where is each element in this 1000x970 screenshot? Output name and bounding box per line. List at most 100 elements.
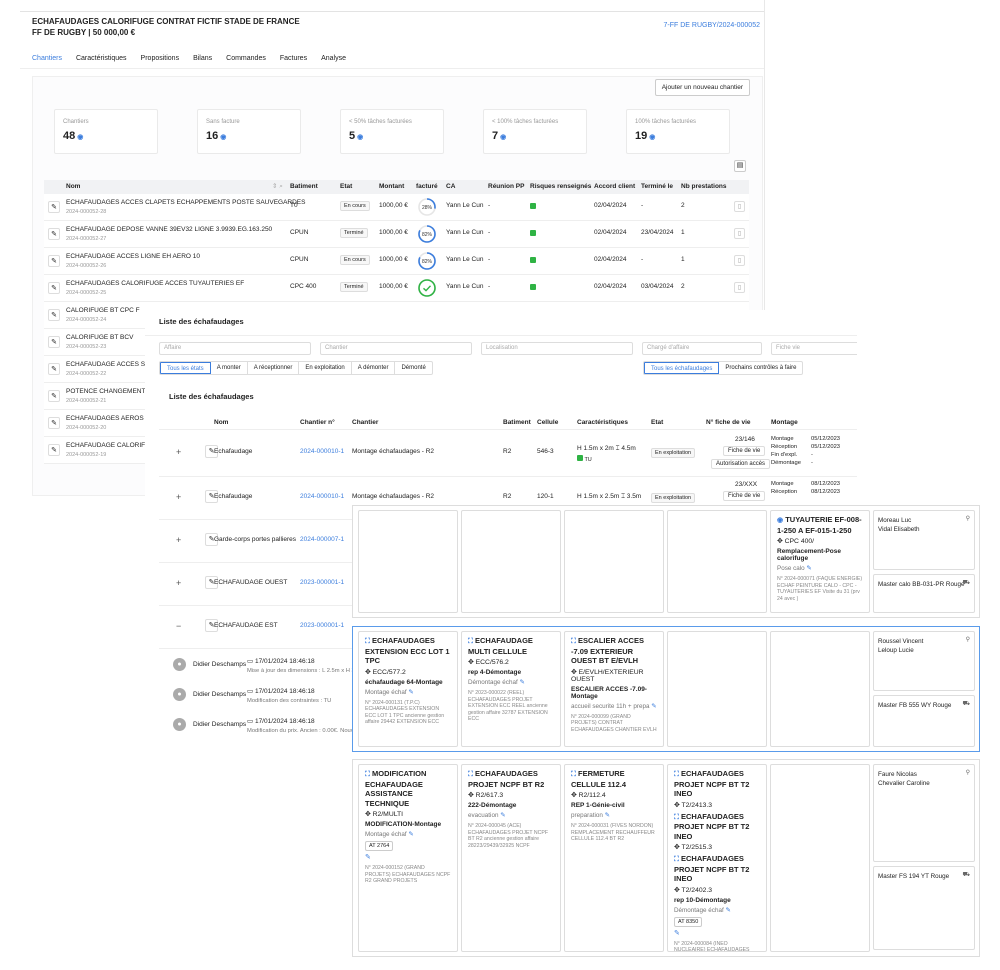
team-card[interactable]: ⚲ Moreau Luc Vidal Elisabeth bbox=[873, 510, 975, 570]
edit-pencil-icon[interactable]: ✎ bbox=[408, 831, 413, 838]
tab-commandes[interactable]: Commandes bbox=[226, 55, 266, 69]
eye-icon[interactable]: ◉ bbox=[77, 134, 83, 141]
filter-affaire[interactable]: Affaire bbox=[159, 342, 311, 355]
edit-icon[interactable]: ✎ bbox=[48, 444, 60, 456]
delete-icon[interactable]: ▯ bbox=[734, 201, 745, 212]
edit-pencil-icon[interactable]: ✎ bbox=[651, 703, 656, 710]
edit-icon[interactable]: ✎ bbox=[48, 417, 60, 429]
table-row[interactable]: ✎ ECHAFAUDAGES ACCES CLAPETS ECHAPPEMENTS… bbox=[44, 194, 749, 221]
filter-fiche-vie[interactable]: Fiche vie bbox=[771, 342, 857, 355]
empty-slot[interactable] bbox=[461, 510, 561, 613]
search-user-icon[interactable]: ⚲ bbox=[966, 636, 970, 643]
col-cellule[interactable]: Cellule bbox=[537, 419, 558, 426]
edit-pencil-icon[interactable]: ✎ bbox=[674, 929, 760, 937]
autorisation-acces-button[interactable]: Autorisation accès bbox=[711, 459, 771, 469]
edit-pencil-icon[interactable]: ✎ bbox=[365, 853, 451, 861]
scaffold-card[interactable]: ⛶ ECHAFAUDAGES EXTENSION ECC LOT 1 TPC ✥ … bbox=[358, 631, 458, 747]
scope-all[interactable]: Tous les échafaudages bbox=[644, 362, 720, 374]
scaffold-card[interactable]: ⛶ ECHAFAUDAGES PROJET NCPF BT R2 ✥ R2/617… bbox=[461, 764, 561, 952]
edit-pencil-icon[interactable]: ✎ bbox=[519, 679, 524, 686]
empty-slot[interactable] bbox=[770, 631, 870, 747]
edit-pencil-icon[interactable]: ✎ bbox=[605, 812, 610, 819]
edit-icon[interactable]: ✎ bbox=[48, 363, 60, 375]
edit-pencil-icon[interactable]: ✎ bbox=[408, 689, 413, 696]
scaffold-card[interactable]: ⛶ ECHAFAUDAGE MULTI CELLULE ✥ ECC/576.2 re… bbox=[461, 631, 561, 747]
filter-chantier[interactable]: Chantier bbox=[320, 342, 472, 355]
export-document-icon[interactable]: ▤ bbox=[734, 160, 746, 172]
etat-en-exploitation[interactable]: En exploitation bbox=[299, 362, 352, 374]
table-row[interactable]: ✎ ECHAFAUDAGE ACCES LIGNE EH AERO 10 2024-… bbox=[44, 248, 749, 275]
col-termine[interactable]: Terminé le bbox=[641, 180, 674, 194]
chantier-link[interactable]: 2024-000007-1 bbox=[300, 536, 344, 543]
col-caracteristiques[interactable]: Caractéristiques bbox=[577, 419, 628, 426]
col-fiche-vie[interactable]: N° fiche de vie bbox=[706, 419, 751, 426]
scaffold-card[interactable]: ⛶ MODIFICATION ECHAFAUDAGE ASSISTANCE TE… bbox=[358, 764, 458, 952]
delete-icon[interactable]: ▯ bbox=[734, 228, 745, 239]
vehicle-card[interactable]: ⛟ Master FS 194 YT Rouge bbox=[873, 866, 975, 950]
collapse-icon[interactable]: − bbox=[176, 621, 181, 631]
team-card[interactable]: ⚲ Roussel Vincent Leloup Lucie bbox=[873, 631, 975, 691]
tab-chantiers[interactable]: Chantiers bbox=[32, 55, 62, 69]
empty-slot[interactable] bbox=[667, 631, 767, 747]
tab-bilans[interactable]: Bilans bbox=[193, 55, 212, 69]
col-reunion[interactable]: Réunion PP bbox=[488, 180, 525, 194]
fiche-vie-button[interactable]: Fiche de vie bbox=[723, 491, 766, 501]
edit-pencil-icon[interactable]: ✎ bbox=[500, 812, 505, 819]
scaffold-card[interactable]: ⛶ ECHAFAUDAGES PROJET NCPF BT T2 INEO ✥ T… bbox=[667, 764, 767, 952]
search-user-icon[interactable]: ⚲ bbox=[966, 515, 970, 522]
edit-pencil-icon[interactable]: ✎ bbox=[806, 565, 811, 572]
edit-icon[interactable]: ✎ bbox=[48, 201, 60, 213]
col-montage[interactable]: Montage bbox=[771, 419, 798, 426]
empty-slot[interactable] bbox=[564, 510, 664, 613]
col-nom[interactable]: Nom bbox=[214, 419, 228, 426]
empty-slot[interactable] bbox=[358, 510, 458, 613]
sort-icon[interactable]: ⇕ ⌕ bbox=[272, 180, 283, 194]
empty-slot[interactable] bbox=[770, 764, 870, 952]
eye-icon[interactable]: ◉ bbox=[649, 134, 655, 141]
filter-charge-affaire[interactable]: Chargé d'affaire bbox=[642, 342, 762, 355]
chantier-link[interactable]: 2023-000001-1 bbox=[300, 579, 344, 586]
eye-icon[interactable]: ◉ bbox=[500, 134, 506, 141]
chantier-link[interactable]: 2024-000010-1 bbox=[300, 493, 344, 500]
expand-icon[interactable]: + bbox=[176, 492, 181, 502]
col-risques[interactable]: Risques renseignés bbox=[530, 180, 592, 194]
team-card[interactable]: ⚲ Faure Nicolas Chevalier Caroline bbox=[873, 764, 975, 862]
expand-icon[interactable]: + bbox=[176, 447, 181, 457]
edit-icon[interactable]: ✎ bbox=[48, 309, 60, 321]
col-nom[interactable]: Nom bbox=[66, 180, 81, 194]
table-row[interactable]: ✎ ECHAFAUDAGES CALORIFUGE ACCES TUYAUTERI… bbox=[44, 275, 749, 302]
edit-icon[interactable]: ✎ bbox=[48, 282, 60, 294]
col-batiment[interactable]: Batiment bbox=[503, 419, 531, 426]
filter-localisation[interactable]: Localisation bbox=[481, 342, 633, 355]
tab-propositions[interactable]: Propositions bbox=[141, 55, 180, 69]
col-accord[interactable]: Accord client bbox=[594, 180, 636, 194]
fiche-vie-button[interactable]: Fiche de vie bbox=[723, 446, 766, 456]
search-user-icon[interactable]: ⚲ bbox=[966, 769, 970, 776]
contract-ref-link[interactable]: 7-FF DE RUGBY/2024-000052 bbox=[664, 22, 761, 29]
etat-all[interactable]: Tous les états bbox=[160, 362, 211, 374]
eye-icon[interactable]: ◉ bbox=[220, 134, 226, 141]
scaffold-card[interactable]: ⛶ ESCALIER ACCES -7.09 EXTERIEUR OUEST B… bbox=[564, 631, 664, 747]
edit-icon[interactable]: ✎ bbox=[48, 255, 60, 267]
etat-a-receptionner[interactable]: A réceptionner bbox=[248, 362, 300, 374]
vehicle-card[interactable]: ⛟ Master calo BB-031-PR Rouge bbox=[873, 574, 975, 613]
etat-a-demonter[interactable]: A démonter bbox=[352, 362, 396, 374]
col-facture[interactable]: facturé bbox=[416, 180, 438, 194]
col-batiment[interactable]: Batiment bbox=[290, 180, 318, 194]
scaffold-card[interactable]: ⛶ FERMETURE CELLULE 112.4 ✥ R2/112.4 REP 1… bbox=[564, 764, 664, 952]
etat-demonte[interactable]: Démonté bbox=[395, 362, 431, 374]
tab-analyse[interactable]: Analyse bbox=[321, 55, 346, 69]
expand-icon[interactable]: + bbox=[176, 535, 181, 545]
col-etat[interactable]: Etat bbox=[340, 180, 353, 194]
chantier-link[interactable]: 2023-000001-1 bbox=[300, 622, 344, 629]
col-ca[interactable]: CA bbox=[446, 180, 456, 194]
tab-caracteristiques[interactable]: Caractéristiques bbox=[76, 55, 127, 69]
edit-icon[interactable]: ✎ bbox=[48, 336, 60, 348]
col-nb[interactable]: Nb prestations bbox=[681, 180, 727, 194]
empty-slot[interactable] bbox=[667, 510, 767, 613]
col-chantier[interactable]: Chantier bbox=[352, 419, 378, 426]
scope-next-controls[interactable]: Prochains contrôles à faire bbox=[719, 362, 802, 374]
chantier-link[interactable]: 2024-000010-1 bbox=[300, 448, 344, 455]
vehicle-card[interactable]: ⛟ Master FB 555 WY Rouge bbox=[873, 695, 975, 747]
delete-icon[interactable]: ▯ bbox=[734, 282, 745, 293]
